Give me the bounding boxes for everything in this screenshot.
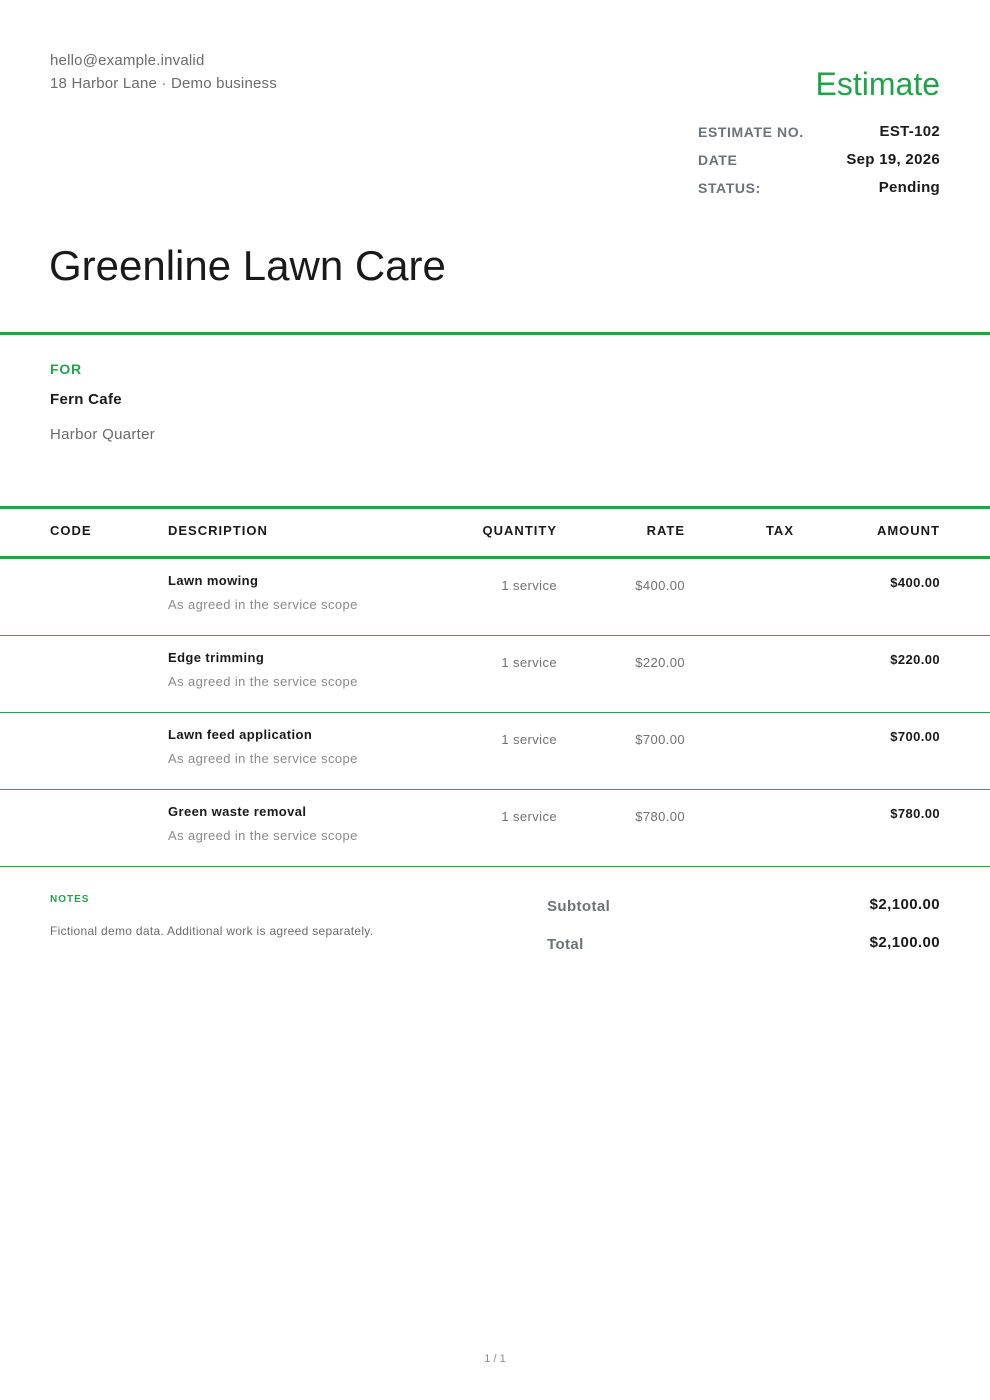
column-header-amount: AMOUNT	[876, 523, 940, 538]
table-row: Lawn feed application As agreed in the s…	[0, 713, 990, 790]
column-header-code: CODE	[50, 523, 92, 538]
item-rate: $220.00	[635, 655, 685, 670]
item-amount: $220.00	[890, 652, 940, 667]
item-amount: $400.00	[890, 575, 940, 590]
item-amount: $780.00	[890, 806, 940, 821]
sender-block: hello@example.invalid 18 Harbor Lane · D…	[50, 49, 277, 95]
item-quantity: 1 service	[501, 732, 557, 747]
item-subtext: As agreed in the service scope	[168, 828, 358, 843]
subtotal-value: $2,100.00	[869, 896, 940, 913]
item-rate: $400.00	[635, 578, 685, 593]
item-subtext: As agreed in the service scope	[168, 751, 358, 766]
item-rate: $780.00	[635, 809, 685, 824]
section-divider	[0, 332, 990, 335]
meta-label: ESTIMATE NO.	[698, 124, 804, 140]
client-name: Fern Cafe	[50, 391, 122, 408]
client-area: Harbor Quarter	[50, 426, 156, 443]
company-name: Greenline Lawn Care	[49, 242, 446, 289]
meta-row-status: STATUS: Pending	[698, 177, 940, 205]
estimate-date: Sep 19, 2026	[846, 151, 940, 168]
item-description: Edge trimming	[168, 650, 265, 665]
item-rate: $700.00	[635, 732, 685, 747]
item-quantity: 1 service	[501, 809, 557, 824]
meta-row-number: ESTIMATE NO. EST-102	[698, 121, 940, 149]
line-items: Lawn mowing As agreed in the service sco…	[0, 559, 990, 867]
page-number: 1 / 1	[484, 1353, 506, 1365]
sender-email: hello@example.invalid	[50, 52, 205, 69]
item-subtext: As agreed in the service scope	[168, 597, 358, 612]
table-row: Edge trimming As agreed in the service s…	[0, 636, 990, 713]
total-value: $2,100.00	[869, 934, 940, 951]
item-description: Green waste removal	[168, 804, 307, 819]
client-label: FOR	[50, 361, 82, 377]
subtotal-label: Subtotal	[547, 898, 611, 915]
item-description: Lawn feed application	[168, 727, 313, 742]
document-title: Estimate	[815, 66, 940, 102]
column-header-quantity: QUANTITY	[482, 523, 557, 538]
item-quantity: 1 service	[501, 655, 557, 670]
total-row: Total $2,100.00	[547, 932, 940, 970]
totals-block: Subtotal $2,100.00 Total $2,100.00	[547, 894, 940, 970]
subtotal-row: Subtotal $2,100.00	[547, 894, 940, 932]
item-amount: $700.00	[890, 729, 940, 744]
estimate-number: EST-102	[879, 123, 940, 140]
sender-address: 18 Harbor Lane · Demo business	[50, 75, 277, 92]
total-label: Total	[547, 936, 584, 953]
notes-text: Fictional demo data. Additional work is …	[50, 924, 374, 938]
meta-label: STATUS:	[698, 180, 761, 196]
item-subtext: As agreed in the service scope	[168, 674, 358, 689]
column-header-description: DESCRIPTION	[168, 523, 268, 538]
column-header-rate: RATE	[646, 523, 685, 538]
table-row: Green waste removal As agreed in the ser…	[0, 790, 990, 867]
status-value: Pending	[878, 179, 940, 196]
item-quantity: 1 service	[501, 578, 557, 593]
meta-row-date: DATE Sep 19, 2026	[698, 149, 940, 177]
table-row: Lawn mowing As agreed in the service sco…	[0, 559, 990, 636]
table-top-rule	[0, 506, 990, 509]
notes-label: NOTES	[50, 894, 90, 905]
meta-label: DATE	[698, 152, 738, 168]
column-header-tax: TAX	[765, 523, 794, 538]
estimate-meta: ESTIMATE NO. EST-102 DATE Sep 19, 2026 S…	[698, 121, 940, 205]
item-description: Lawn mowing	[168, 573, 259, 588]
